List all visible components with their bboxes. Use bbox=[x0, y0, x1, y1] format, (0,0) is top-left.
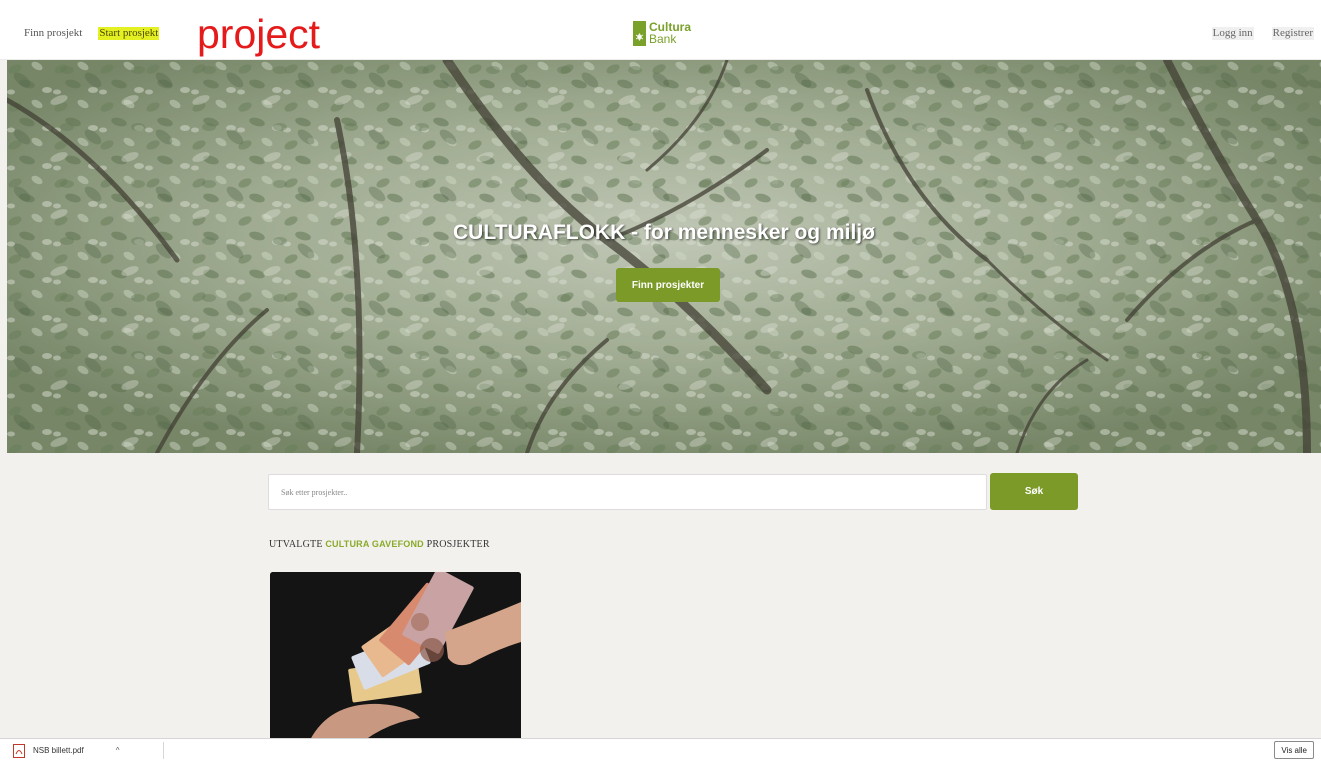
hero-banner: CULTURAFLOKK - for mennesker og miljø Fi… bbox=[7, 60, 1321, 453]
red-annotation: project bbox=[197, 12, 320, 56]
register-link[interactable]: Registrer bbox=[1271, 27, 1314, 40]
project-card[interactable] bbox=[270, 572, 521, 740]
annotation-text: project bbox=[197, 11, 321, 57]
nav-left: Finn prosjekt Start prosjekt bbox=[23, 27, 160, 40]
cultura-bank-logo[interactable]: Cultura Bank bbox=[633, 21, 691, 46]
logo-text: Cultura Bank bbox=[649, 21, 691, 46]
pdf-file-icon bbox=[13, 743, 25, 758]
project-search-input[interactable] bbox=[268, 474, 987, 510]
heading-suffix: PROSJEKTER bbox=[423, 539, 490, 550]
download-item[interactable]: NSB billett.pdf ^ bbox=[13, 742, 119, 759]
hero-title: CULTURAFLOKK - for mennesker og miljø bbox=[453, 221, 875, 244]
show-all-button[interactable]: Vis alle bbox=[1274, 741, 1314, 759]
nav-start-project[interactable]: Start prosjekt bbox=[98, 27, 160, 40]
logo-mark-icon bbox=[633, 21, 646, 46]
search-button[interactable]: Søk bbox=[990, 473, 1078, 510]
nav-right: Logg inn Registrer bbox=[1211, 27, 1314, 40]
heading-accent: CULTURA GAVEFOND bbox=[325, 539, 424, 549]
download-separator bbox=[163, 742, 164, 759]
chevron-up-icon[interactable]: ^ bbox=[116, 746, 120, 755]
money-hands-image bbox=[270, 572, 521, 740]
download-file-name: NSB billett.pdf bbox=[33, 746, 84, 755]
featured-projects-heading: UTVALGTE CULTURA GAVEFOND PROSJEKTER bbox=[269, 539, 490, 550]
top-header: Finn prosjekt Start prosjekt project Cul… bbox=[0, 0, 1321, 60]
forest-canopy-image bbox=[7, 60, 1321, 453]
find-projects-button[interactable]: Finn prosjekter bbox=[616, 268, 720, 302]
heading-prefix: UTVALGTE bbox=[269, 539, 326, 550]
logo-line-bank: Bank bbox=[649, 32, 677, 46]
login-link[interactable]: Logg inn bbox=[1211, 27, 1254, 40]
nav-find-project[interactable]: Finn prosjekt bbox=[23, 27, 83, 40]
browser-download-bar: NSB billett.pdf ^ Vis alle bbox=[0, 738, 1321, 761]
